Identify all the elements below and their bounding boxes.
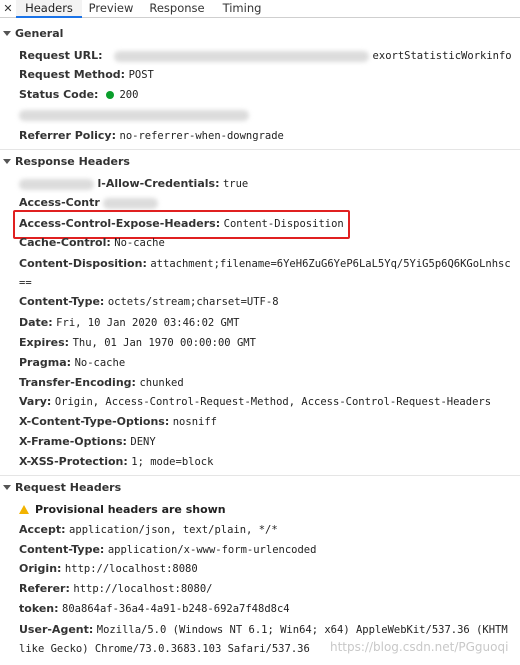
- expand-triangle-icon: [3, 159, 11, 164]
- status-ok-icon: [105, 90, 114, 99]
- cache-control-value: No-cache: [114, 237, 165, 249]
- origin-key: Origin:: [19, 562, 62, 575]
- content-disposition-value-cont: ==: [19, 277, 32, 289]
- user-agent-value-cont: like Gecko) Chrome/73.0.3683.103 Safari/…: [19, 643, 310, 655]
- content-type-row: Content-Type: octets/stream;charset=UTF-…: [0, 292, 520, 312]
- x-content-type-options-value: nosniff: [172, 416, 217, 428]
- watermark: https://blog.csdn.net/PGguoqi: [330, 640, 509, 654]
- date-value: Fri, 10 Jan 2020 03:46:02 GMT: [56, 317, 240, 329]
- request-url-value: exortStatisticWorkinfo: [372, 50, 512, 62]
- pragma-key: Pragma:: [19, 356, 72, 369]
- pragma-row: Pragma: No-cache: [0, 353, 520, 373]
- referrer-policy-value: no-referrer-when-downgrade: [119, 130, 284, 142]
- warning-icon: [19, 504, 29, 514]
- expand-triangle-icon: [3, 485, 11, 490]
- origin-row: Origin: http://localhost:8080: [0, 559, 520, 579]
- cache-control-key: Cache-Control:: [19, 236, 111, 249]
- content-type-key: Content-Type:: [19, 295, 105, 308]
- origin-value: http://localhost:8080: [64, 563, 198, 575]
- req-content-type-key: Content-Type:: [19, 543, 105, 556]
- section-title: Response Headers: [15, 155, 130, 168]
- transfer-encoding-row: Transfer-Encoding: chunked: [0, 373, 520, 393]
- redacted-url: [114, 50, 370, 62]
- allow-credentials-key: l-Allow-Credentials:: [97, 177, 220, 190]
- section-request-headers-header[interactable]: Request Headers: [0, 478, 520, 498]
- token-key: token:: [19, 602, 59, 615]
- allow-credentials-value: true: [222, 178, 249, 190]
- x-xss-protection-row: X-XSS-Protection: 1; mode=block: [0, 452, 520, 472]
- status-code-key: Status Code:: [19, 88, 99, 101]
- expires-key: Expires:: [19, 336, 70, 349]
- date-row: Date: Fri, 10 Jan 2020 03:46:02 GMT: [0, 313, 520, 333]
- referer-key: Referer:: [19, 582, 70, 595]
- token-value: 80a864af-36a4-4a91-b248-692a7f48d8c4: [62, 603, 290, 615]
- transfer-encoding-value: chunked: [139, 377, 184, 389]
- vary-value: Origin, Access-Control-Request-Method, A…: [54, 396, 492, 408]
- allow-credentials-row: l-Allow-Credentials: true: [0, 174, 520, 194]
- content-disposition-row: Content-Disposition: attachment;filename…: [0, 254, 520, 274]
- content-disposition-cont-row: ==: [0, 273, 520, 293]
- expires-row: Expires: Thu, 01 Jan 1970 00:00:00 GMT: [0, 333, 520, 353]
- referrer-policy-key: Referrer Policy:: [19, 129, 116, 142]
- section-response-headers-header[interactable]: Response Headers: [0, 152, 520, 172]
- request-url-row: Request URL: exortStatisticWorkinfo: [0, 46, 520, 66]
- accept-key: Accept:: [19, 523, 66, 536]
- access-control-partial-key: Access-Contr: [19, 196, 100, 209]
- content-disposition-key: Content-Disposition:: [19, 257, 147, 270]
- user-agent-value: Mozilla/5.0 (Windows NT 6.1; Win64; x64)…: [96, 624, 508, 636]
- redacted-key-prefix: [19, 178, 94, 190]
- cache-control-row: Cache-Control: No-cache: [0, 233, 520, 253]
- content-type-value: octets/stream;charset=UTF-8: [107, 296, 279, 308]
- divider: [0, 149, 520, 150]
- section-general-header[interactable]: General: [0, 24, 520, 44]
- provisional-row: Provisional headers are shown: [0, 500, 520, 520]
- content-disposition-value: attachment;filename=6YeH6ZuG6YeP6LaL5Yq/…: [150, 258, 511, 270]
- redacted-key-suffix: [103, 197, 159, 209]
- section-title: Request Headers: [15, 481, 122, 494]
- provisional-warning: Provisional headers are shown: [35, 503, 226, 516]
- request-method-value: POST: [128, 69, 154, 81]
- x-xss-protection-key: X-XSS-Protection:: [19, 455, 128, 468]
- vary-key: Vary:: [19, 395, 52, 408]
- status-code-value: 200: [119, 89, 139, 101]
- accept-value: application/json, text/plain, */*: [69, 524, 278, 536]
- transfer-encoding-key: Transfer-Encoding:: [19, 376, 136, 389]
- request-url-key: Request URL:: [19, 49, 103, 62]
- tab-response[interactable]: Response: [140, 0, 214, 18]
- referrer-policy-row: Referrer Policy: no-referrer-when-downgr…: [0, 126, 520, 146]
- close-icon[interactable]: ✕: [0, 0, 16, 18]
- user-agent-key: User-Agent:: [19, 623, 94, 636]
- date-key: Date:: [19, 316, 53, 329]
- expand-triangle-icon: [3, 31, 11, 36]
- redacted-row: [0, 105, 520, 125]
- x-xss-protection-value: 1; mode=block: [131, 456, 214, 468]
- accept-row: Accept: application/json, text/plain, */…: [0, 520, 520, 540]
- redacted-remote-address: [19, 109, 249, 121]
- request-method-key: Request Method:: [19, 68, 126, 81]
- tab-preview[interactable]: Preview: [82, 0, 140, 18]
- x-frame-options-row: X-Frame-Options: DENY: [0, 432, 520, 452]
- x-frame-options-value: DENY: [130, 436, 156, 448]
- pragma-value: No-cache: [74, 357, 126, 369]
- x-content-type-options-key: X-Content-Type-Options:: [19, 415, 170, 428]
- referer-value: http://localhost:8080/: [73, 583, 213, 595]
- req-content-type-row: Content-Type: application/x-www-form-url…: [0, 540, 520, 560]
- section-title: General: [15, 27, 64, 40]
- status-code-row: Status Code: 200: [0, 85, 520, 105]
- x-frame-options-key: X-Frame-Options:: [19, 435, 127, 448]
- devtools-tabbar: ✕ Headers Preview Response Timing: [0, 0, 520, 18]
- tab-timing[interactable]: Timing: [214, 0, 270, 18]
- referer-row: Referer: http://localhost:8080/: [0, 579, 520, 599]
- request-method-row: Request Method: POST: [0, 65, 520, 85]
- req-content-type-value: application/x-www-form-urlencoded: [107, 544, 317, 556]
- divider: [0, 475, 520, 476]
- expires-value: Thu, 01 Jan 1970 00:00:00 GMT: [72, 337, 256, 349]
- vary-row: Vary: Origin, Access-Control-Request-Met…: [0, 392, 520, 412]
- user-agent-row: User-Agent: Mozilla/5.0 (Windows NT 6.1;…: [0, 620, 520, 640]
- x-content-type-options-row: X-Content-Type-Options: nosniff: [0, 412, 520, 432]
- token-row: token: 80a864af-36a4-4a91-b248-692a7f48d…: [0, 599, 520, 619]
- tab-headers[interactable]: Headers: [16, 0, 82, 18]
